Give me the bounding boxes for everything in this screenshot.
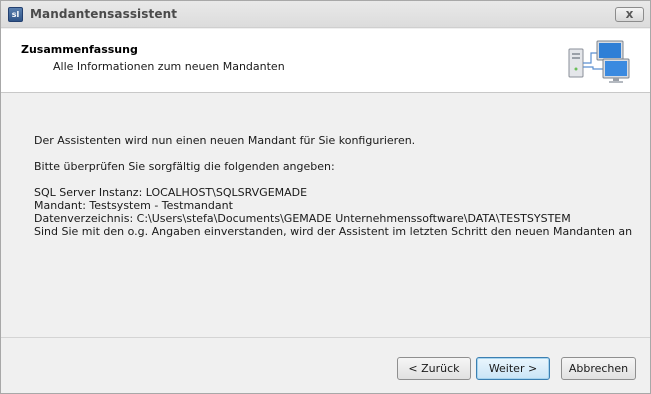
cancel-button[interactable]: Abbrechen bbox=[561, 357, 636, 380]
button-divider bbox=[1, 337, 650, 338]
network-computers-icon bbox=[568, 40, 630, 83]
confirmation-line: Sind Sie mit den o.g. Angaben einverstan… bbox=[34, 225, 632, 238]
sql-instance-line: SQL Server Instanz: LOCALHOST\SQLSRVGEMA… bbox=[34, 186, 308, 199]
page-subtitle: Alle Informationen zum neuen Mandanten bbox=[53, 60, 285, 73]
mandant-line: Mandant: Testsystem - Testmandant bbox=[34, 199, 233, 212]
wizard-window: sl Mandantensassistent x Zusammenfassung… bbox=[0, 0, 651, 394]
back-button[interactable]: < Zurück bbox=[397, 357, 471, 380]
wizard-header: Zusammenfassung Alle Informationen zum n… bbox=[1, 29, 650, 93]
app-icon: sl bbox=[8, 7, 23, 22]
window-title: Mandantensassistent bbox=[30, 7, 178, 21]
title-bar[interactable]: sl Mandantensassistent x bbox=[1, 1, 650, 28]
close-button[interactable]: x bbox=[615, 7, 644, 22]
page-title: Zusammenfassung bbox=[21, 43, 138, 56]
summary-details: SQL Server Instanz: LOCALHOST\SQLSRVGEMA… bbox=[34, 186, 632, 238]
intro-text: Der Assistenten wird nun einen neuen Man… bbox=[34, 134, 416, 147]
next-button[interactable]: Weiter > bbox=[476, 357, 550, 380]
check-prompt-text: Bitte überprüfen Sie sorgfältig die folg… bbox=[34, 160, 335, 173]
data-directory-line: Datenverzeichnis: C:\Users\stefa\Documen… bbox=[34, 212, 571, 225]
